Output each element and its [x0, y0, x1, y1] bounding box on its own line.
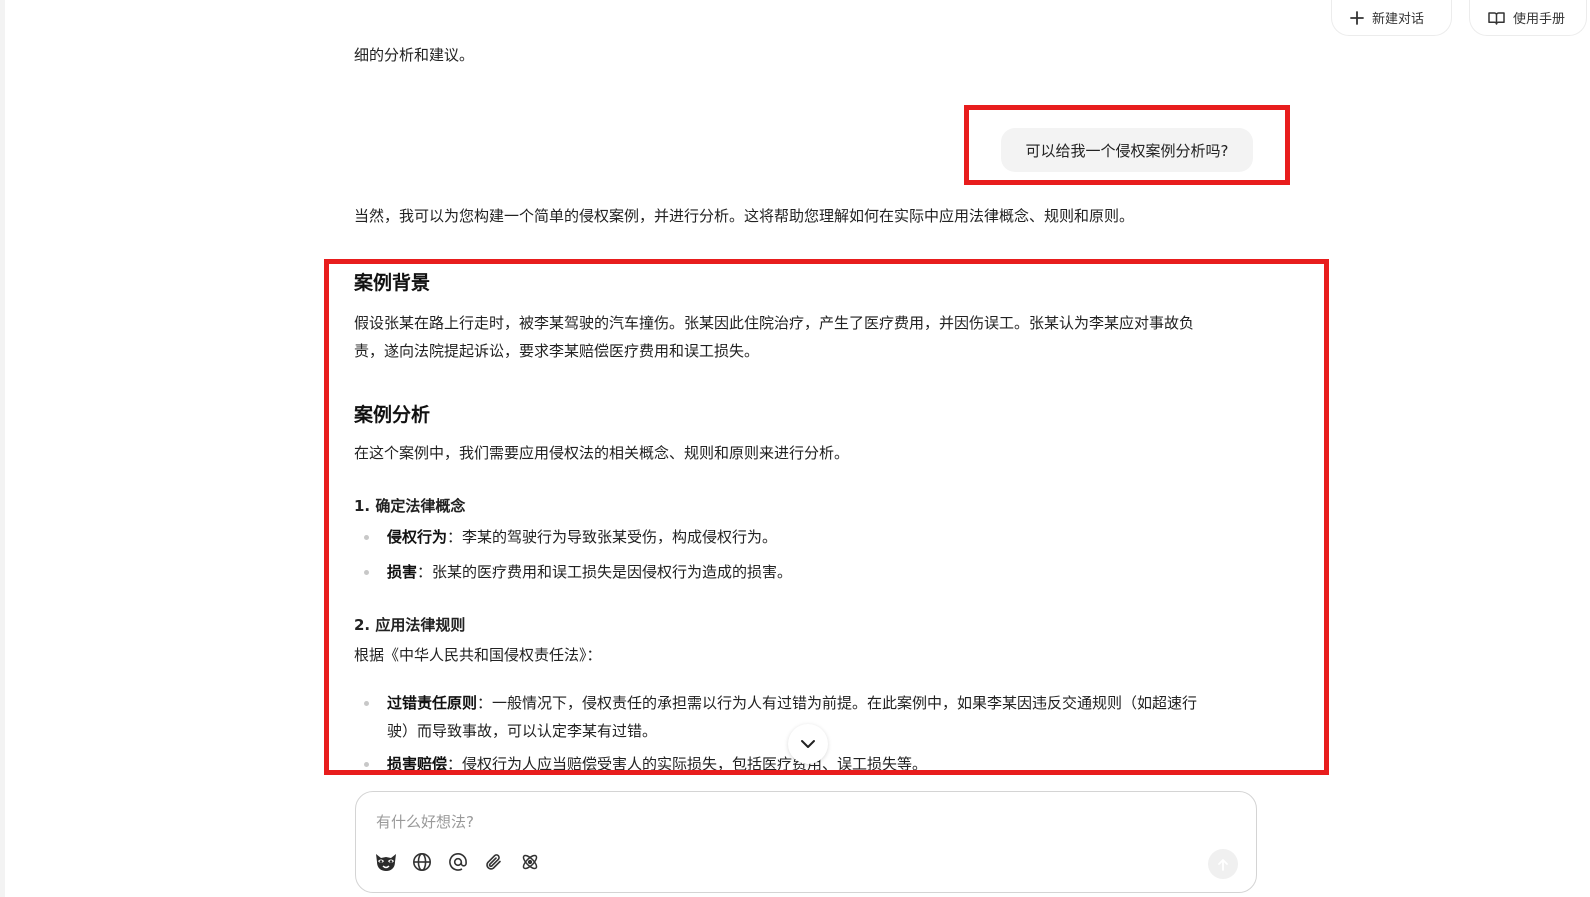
user-message-bubble: 可以给我一个侵权案例分析吗?: [1001, 128, 1253, 172]
term: 损害赔偿: [387, 755, 448, 773]
background-line-1: 假设张某在路上行走时，被李某驾驶的汽车撞伤。张某因此住院治疗，产生了医疗费用，并…: [354, 314, 1195, 332]
step-1-heading: 1. 确定法律概念: [354, 497, 466, 515]
at-icon[interactable]: [444, 848, 472, 876]
raccoon-icon[interactable]: [372, 848, 400, 876]
message-input[interactable]: [374, 808, 1198, 836]
term: 侵权行为: [387, 528, 448, 546]
chevron-down-icon: [801, 740, 815, 748]
message-composer: [355, 791, 1257, 893]
term: 过错责任原则: [387, 694, 478, 712]
globe-icon[interactable]: [408, 848, 436, 876]
bullet-dot: [364, 535, 369, 540]
scroll-to-bottom-button[interactable]: [788, 724, 828, 764]
term-text: ：李某的驾驶行为导致张某受伤，构成侵权行为。: [447, 528, 778, 546]
bullet-dot: [364, 701, 369, 706]
term: 损害: [387, 563, 418, 581]
bullet-dot: [364, 570, 369, 575]
paperclip-icon[interactable]: [480, 848, 508, 876]
atom-icon[interactable]: [516, 848, 544, 876]
send-button[interactable]: [1208, 849, 1238, 879]
step-2-intro: 根据《中华人民共和国侵权责任法》：: [354, 646, 602, 664]
step-2-heading: 2. 应用法律规则: [354, 616, 466, 634]
term-text: ：一般情况下，侵权责任的承担需以行为人有过错为前提。在此案例中，如果李某因违反交…: [477, 694, 1198, 712]
term-text: ：侵权行为人应当赔偿受害人的实际损失，包括医疗费用、误工损失等。: [447, 755, 928, 773]
background-line-2: 责，遂向法院提起诉讼，要求李某赔偿医疗费用和误工损失。: [354, 342, 760, 360]
section-title-analysis: 案例分析: [354, 404, 431, 426]
previous-message-tail: 细的分析和建议。: [354, 46, 475, 64]
term-text: ：张某的医疗费用和误工损失是因侵权行为造成的损害。: [417, 563, 793, 581]
bullet-dot: [364, 762, 369, 767]
chat-scroll-area[interactable]: 细的分析和建议。 可以给我一个侵权案例分析吗? 当然，我可以为您构建一个简单的侵…: [0, 0, 1590, 776]
analysis-intro: 在这个案例中，我们需要应用侵权法的相关概念、规则和原则来进行分析。: [354, 444, 850, 462]
user-message-text: 可以给我一个侵权案例分析吗?: [1025, 141, 1229, 160]
arrow-up-icon: [1218, 858, 1228, 871]
section-title-background: 案例背景: [354, 272, 431, 294]
assistant-intro: 当然，我可以为您构建一个简单的侵权案例，并进行分析。这将帮助您理解如何在实际中应…: [354, 207, 1135, 225]
